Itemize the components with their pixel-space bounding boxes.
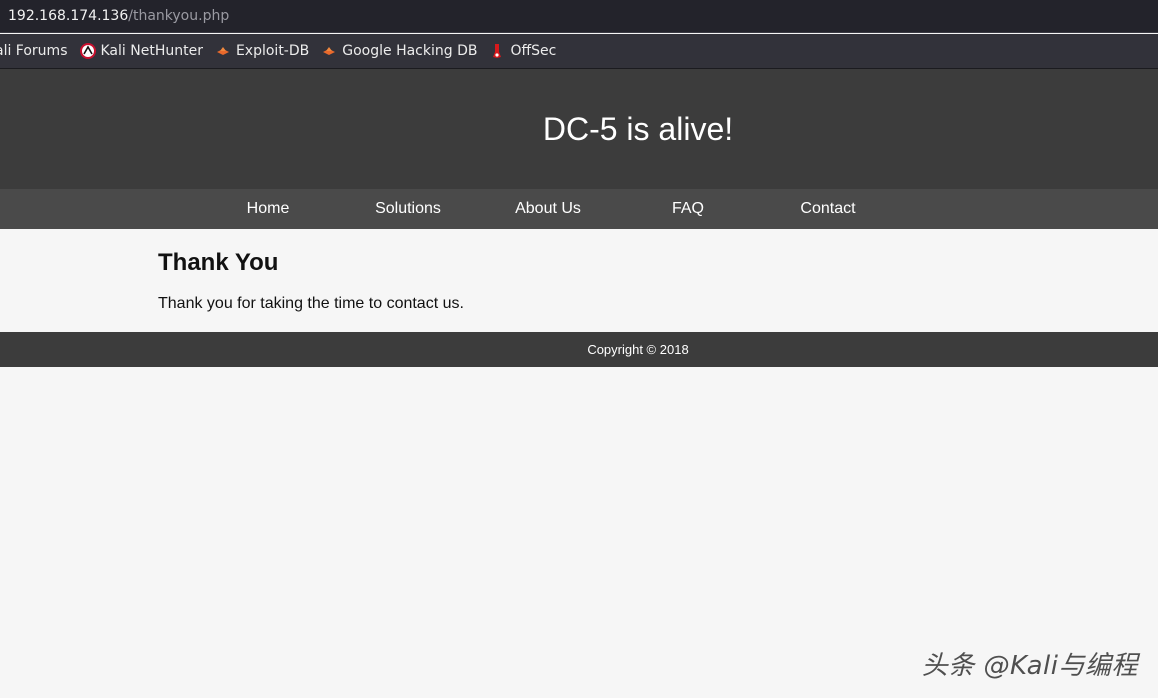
site-footer: Copyright © 2018 xyxy=(0,332,1158,367)
copyright-text: Copyright © 2018 xyxy=(587,342,689,357)
bookmark-label: ali Forums xyxy=(0,43,68,59)
nav-about-us[interactable]: About Us xyxy=(478,189,618,229)
bookmark-kali-nethunter[interactable]: Kali NetHunter xyxy=(79,43,203,59)
thank-you-message: Thank you for taking the time to contact… xyxy=(158,295,464,312)
main-nav: Home Solutions About Us FAQ Contact xyxy=(0,189,1158,229)
offsec-icon xyxy=(489,43,505,59)
nav-contact[interactable]: Contact xyxy=(758,189,898,229)
bookmarks-toolbar: ali Forums Kali NetHunter Exploit-DB Goo… xyxy=(0,34,1158,69)
bookmark-label: Exploit-DB xyxy=(235,43,310,59)
bookmark-label: Kali NetHunter xyxy=(100,43,203,59)
address-bar[interactable]: 192.168.174.136/thankyou.php xyxy=(0,0,1158,33)
bookmark-kali-forums[interactable]: ali Forums xyxy=(0,43,68,59)
url-host: 192.168.174.136 xyxy=(8,8,129,24)
bookmark-exploit-db[interactable]: Exploit-DB xyxy=(215,43,309,59)
ghdb-icon xyxy=(321,43,337,59)
watermark: 头条 @Kali与编程 xyxy=(921,651,1138,681)
site-title: DC-5 is alive! xyxy=(542,111,734,147)
bookmark-label: OffSec xyxy=(510,43,557,59)
main-content: Thank You Thank you for taking the time … xyxy=(158,249,1058,314)
bookmark-offsec[interactable]: OffSec xyxy=(489,43,556,59)
nav-solutions[interactable]: Solutions xyxy=(338,189,478,229)
nethunter-icon xyxy=(79,43,96,59)
nav-faq[interactable]: FAQ xyxy=(618,189,758,229)
site-header: DC-5 is alive! xyxy=(0,69,1158,189)
url-path: /thankyou.php xyxy=(128,8,230,24)
nav-home[interactable]: Home xyxy=(198,189,338,229)
bookmark-google-hacking-db[interactable]: Google Hacking DB xyxy=(321,43,477,59)
page-heading: Thank You xyxy=(158,249,279,276)
bookmark-label: Google Hacking DB xyxy=(342,43,478,59)
exploit-db-icon xyxy=(215,43,231,59)
